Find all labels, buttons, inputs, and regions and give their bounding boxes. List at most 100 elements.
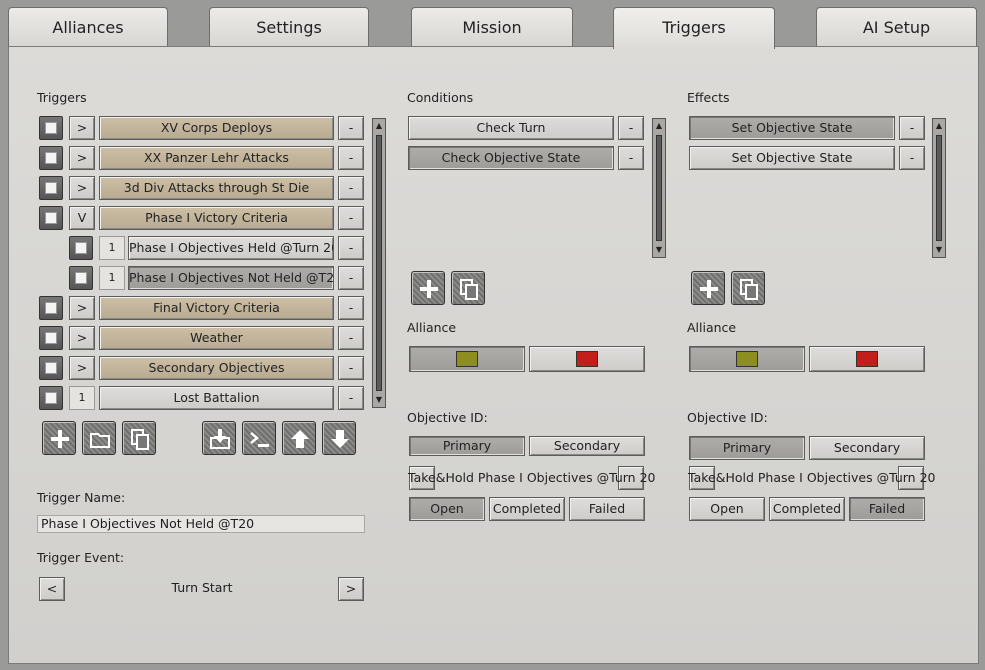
import-icon [210,429,230,449]
objective-secondary-button[interactable]: Secondary [809,436,925,460]
remove-trigger-button[interactable]: - [338,356,364,380]
add-trigger-button[interactable] [42,421,76,455]
remove-condition-button[interactable]: - [618,116,644,140]
trigger-enable-checkbox[interactable] [39,326,63,350]
trigger-enable-checkbox[interactable] [39,116,63,140]
remove-trigger-button[interactable]: - [338,296,364,320]
effects-scrollbar[interactable]: ▲ ▼ [932,118,946,258]
trigger-expand-button[interactable]: > [69,176,95,200]
tab-settings[interactable]: Settings [209,7,369,47]
trigger-item[interactable]: Final Victory Criteria [99,296,334,320]
copy-trigger-button[interactable] [122,421,156,455]
console-button[interactable] [242,421,276,455]
state-open-button[interactable]: Open [409,497,485,521]
trigger-item[interactable]: XX Panzer Lehr Attacks [99,146,334,170]
trigger-enable-checkbox[interactable] [39,146,63,170]
copy-condition-button[interactable] [451,271,485,305]
copy-icon [740,279,758,300]
scroll-down-icon[interactable]: ▼ [373,393,385,407]
remove-trigger-button[interactable]: - [338,116,364,140]
move-up-button[interactable] [282,421,316,455]
alliance-green-button[interactable] [409,346,525,372]
add-effect-button[interactable] [691,271,725,305]
trigger-event-next-button[interactable]: > [338,577,364,601]
scroll-down-icon[interactable]: ▼ [933,243,945,257]
trigger-item[interactable]: Lost Battalion [99,386,334,410]
remove-trigger-button[interactable]: - [338,206,364,230]
trigger-item[interactable]: Weather [99,326,334,350]
remove-trigger-button[interactable]: - [338,386,364,410]
trigger-item[interactable]: Phase I Victory Criteria [99,206,334,230]
state-failed-button[interactable]: Failed [569,497,645,521]
trigger-enable-checkbox[interactable] [69,266,93,290]
scroll-up-icon[interactable]: ▲ [373,119,385,133]
conditions-objective-id-label: Objective ID: [407,410,488,425]
trigger-item[interactable]: Phase I Objectives Not Held @T20 [128,266,334,290]
state-completed-button[interactable]: Completed [769,497,845,521]
trigger-expand-button[interactable]: > [69,356,95,380]
alliance-red-button[interactable] [529,346,645,372]
objective-name: Take&Hold Phase I Objectives @Turn 20 [408,470,656,485]
state-failed-button[interactable]: Failed [849,497,925,521]
alliance-green-swatch [736,351,758,367]
trigger-enable-checkbox[interactable] [39,296,63,320]
add-condition-button[interactable] [411,271,445,305]
trigger-event-prev-button[interactable]: < [39,577,65,601]
alliance-red-swatch [856,351,878,367]
scroll-up-icon[interactable]: ▲ [933,119,945,133]
remove-effect-button[interactable]: - [899,116,925,140]
copy-effect-button[interactable] [731,271,765,305]
remove-trigger-button[interactable]: - [338,176,364,200]
scroll-up-icon[interactable]: ▲ [653,119,665,133]
alliance-red-button[interactable] [809,346,925,372]
trigger-enable-checkbox[interactable] [69,236,93,260]
remove-trigger-button[interactable]: - [338,326,364,350]
move-down-button[interactable] [322,421,356,455]
effect-item[interactable]: Set Objective State [689,146,895,170]
remove-trigger-button[interactable]: - [338,266,364,290]
objective-primary-button[interactable]: Primary [689,436,805,460]
trigger-expand-button[interactable]: V [69,206,95,230]
trigger-item[interactable]: 3d Div Attacks through St Die [99,176,334,200]
trigger-expand-button[interactable]: > [69,116,95,140]
trigger-list-scrollbar[interactable]: ▲ ▼ [372,118,386,408]
remove-trigger-button[interactable]: - [338,146,364,170]
remove-trigger-button[interactable]: - [338,236,364,260]
scroll-track[interactable] [936,135,942,241]
condition-item[interactable]: Check Turn [408,116,614,140]
scroll-track[interactable] [376,135,382,391]
trigger-expand-button[interactable]: > [69,146,95,170]
condition-item[interactable]: Check Objective State [408,146,614,170]
state-completed-button[interactable]: Completed [489,497,565,521]
tab-triggers[interactable]: Triggers [613,7,775,49]
alliance-green-button[interactable] [689,346,805,372]
effect-item[interactable]: Set Objective State [689,116,895,140]
tab-alliances[interactable]: Alliances [8,7,168,47]
objective-primary-button[interactable]: Primary [409,436,525,456]
scroll-track[interactable] [656,135,662,241]
import-trigger-button[interactable] [202,421,236,455]
trigger-item[interactable]: XV Corps Deploys [99,116,334,140]
tab-ai-setup[interactable]: AI Setup [816,7,977,47]
trigger-enable-checkbox[interactable] [39,206,63,230]
add-folder-button[interactable] [82,421,116,455]
trigger-item[interactable]: Phase I Objectives Held @Turn 20 [128,236,334,260]
trigger-enable-checkbox[interactable] [39,176,63,200]
effects-alliance-label: Alliance [687,320,737,335]
trigger-name-input[interactable]: Phase I Objectives Not Held @T20 [37,515,365,533]
conditions-scrollbar[interactable]: ▲ ▼ [652,118,666,258]
tab-mission[interactable]: Mission [411,7,573,47]
state-open-button[interactable]: Open [689,497,765,521]
remove-effect-button[interactable]: - [899,146,925,170]
remove-condition-button[interactable]: - [618,146,644,170]
trigger-enable-checkbox[interactable] [39,356,63,380]
trigger-event-label: Trigger Event: [37,550,125,565]
trigger-name-label: Trigger Name: [37,490,126,505]
alliance-green-swatch [456,351,478,367]
trigger-expand-button[interactable]: > [69,296,95,320]
trigger-expand-button[interactable]: > [69,326,95,350]
trigger-item[interactable]: Secondary Objectives [99,356,334,380]
objective-secondary-button[interactable]: Secondary [529,436,645,456]
scroll-down-icon[interactable]: ▼ [653,243,665,257]
trigger-enable-checkbox[interactable] [39,386,63,410]
